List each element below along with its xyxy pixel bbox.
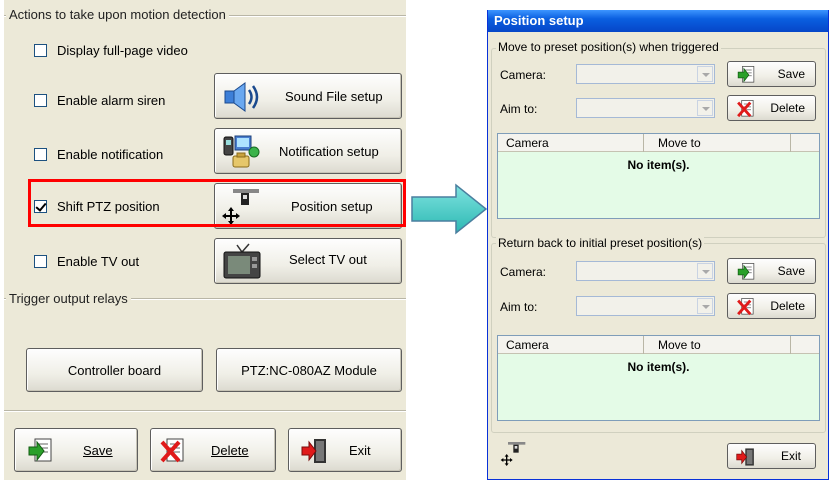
ptz-camera-move-icon[interactable]	[500, 438, 528, 473]
chevron-down-icon[interactable]	[697, 263, 713, 279]
camera-select[interactable]	[576, 261, 715, 281]
dialog-exit-button[interactable]: Exit	[727, 443, 816, 469]
display-full-page-video-checkbox[interactable]	[34, 43, 47, 57]
title-bar[interactable]: Position setup	[488, 10, 828, 32]
column-header-move-to[interactable]: Move to	[658, 136, 701, 150]
enable-alarm-siren-option[interactable]: Enable alarm siren	[34, 91, 165, 109]
enable-notification-option[interactable]: Enable notification	[34, 145, 163, 163]
empty-message: No item(s).	[627, 158, 690, 172]
tv-icon	[221, 243, 263, 284]
display-full-page-video-label: Display full-page video	[57, 42, 188, 58]
return-table[interactable]: Camera Move to No item(s).	[497, 335, 820, 421]
select-tv-out-button[interactable]: Select TV out	[214, 238, 402, 284]
network-phone-icon	[221, 134, 263, 173]
highlight-box	[28, 179, 406, 227]
column-header-camera[interactable]: Camera	[506, 136, 549, 150]
sound-file-setup-label: Sound File setup	[285, 89, 383, 104]
return-save-button[interactable]: Save	[727, 258, 816, 284]
column-divider[interactable]	[643, 134, 644, 152]
save-icon	[736, 65, 756, 88]
save-label: Save	[83, 443, 113, 458]
pointer-arrow	[410, 183, 488, 238]
controller-board-label: Controller board	[67, 362, 162, 378]
return-delete-button[interactable]: Delete	[727, 293, 816, 319]
return-save-label: Save	[777, 264, 805, 278]
enable-tv-out-option[interactable]: Enable TV out	[34, 252, 139, 270]
relays-group-title: Trigger output relays	[6, 291, 131, 306]
column-divider[interactable]	[790, 336, 791, 354]
motion-group-title: Actions to take upon motion detection	[6, 7, 229, 22]
empty-message: No item(s).	[627, 360, 690, 374]
aim-select[interactable]	[576, 98, 715, 118]
triggered-save-button[interactable]: Save	[727, 61, 816, 87]
exit-door-icon	[301, 437, 329, 468]
enable-notification-label: Enable notification	[57, 146, 164, 162]
return-group-title: Return back to initial preset position(s…	[496, 236, 705, 250]
ptz-module-button[interactable]: PTZ:NC-080AZ Module	[216, 348, 402, 392]
column-divider[interactable]	[643, 336, 644, 354]
speaker-icon	[221, 79, 263, 118]
notification-setup-label: Notification setup	[279, 144, 379, 159]
controller-board-button[interactable]: Controller board	[26, 348, 203, 392]
triggered-save-label: Save	[777, 67, 805, 81]
motion-actions-panel: Actions to take upon motion detection Di…	[4, 0, 406, 480]
delete-icon	[736, 99, 756, 122]
dialog-exit-label: Exit	[780, 449, 801, 463]
exit-button[interactable]: Exit	[288, 428, 402, 472]
camera-select[interactable]	[576, 64, 715, 84]
column-divider[interactable]	[790, 134, 791, 152]
column-header-move-to[interactable]: Move to	[658, 338, 701, 352]
chevron-down-icon[interactable]	[697, 66, 713, 82]
triggered-table[interactable]: Camera Move to No item(s).	[497, 133, 820, 219]
enable-notification-checkbox[interactable]	[34, 147, 47, 161]
ptz-module-label: PTZ:NC-080AZ Module	[241, 362, 377, 378]
enable-alarm-siren-label: Enable alarm siren	[57, 92, 166, 108]
display-full-page-video-option[interactable]: Display full-page video	[34, 41, 188, 59]
return-delete-label: Delete	[770, 299, 805, 313]
aim-select[interactable]	[576, 296, 715, 316]
table-header: Camera Move to	[498, 134, 819, 152]
triggered-group-title: Move to preset position(s) when triggere…	[496, 40, 721, 54]
aim-field-label: Aim to:	[500, 300, 538, 314]
table-header: Camera Move to	[498, 336, 819, 354]
camera-field-label: Camera:	[500, 68, 547, 82]
aim-field-label: Aim to:	[500, 102, 538, 116]
camera-field-label: Camera:	[500, 265, 547, 279]
exit-label: Exit	[349, 443, 371, 458]
group-divider	[4, 410, 406, 412]
notification-setup-button[interactable]: Notification setup	[214, 128, 402, 174]
select-tv-out-label: Select TV out	[289, 252, 367, 267]
save-icon	[736, 262, 756, 285]
sound-file-setup-button[interactable]: Sound File setup	[214, 73, 402, 119]
enable-tv-out-label: Enable TV out	[57, 253, 140, 269]
triggered-delete-button[interactable]: Delete	[727, 95, 816, 121]
chevron-down-icon[interactable]	[697, 298, 713, 314]
column-header-camera[interactable]: Camera	[506, 338, 549, 352]
chevron-down-icon[interactable]	[697, 100, 713, 116]
enable-tv-out-checkbox[interactable]	[34, 254, 47, 268]
save-button[interactable]: Save	[14, 428, 138, 472]
delete-icon	[736, 297, 756, 320]
save-icon	[27, 437, 53, 468]
position-setup-dialog: Position setup Move to preset position(s…	[487, 10, 829, 480]
enable-alarm-siren-checkbox[interactable]	[34, 93, 47, 107]
dialog-title: Position setup	[494, 13, 584, 28]
delete-label: Delete	[211, 443, 249, 458]
delete-button[interactable]: Delete	[150, 428, 276, 472]
exit-door-icon	[736, 447, 756, 470]
triggered-delete-label: Delete	[770, 101, 805, 115]
delete-icon	[159, 437, 187, 468]
